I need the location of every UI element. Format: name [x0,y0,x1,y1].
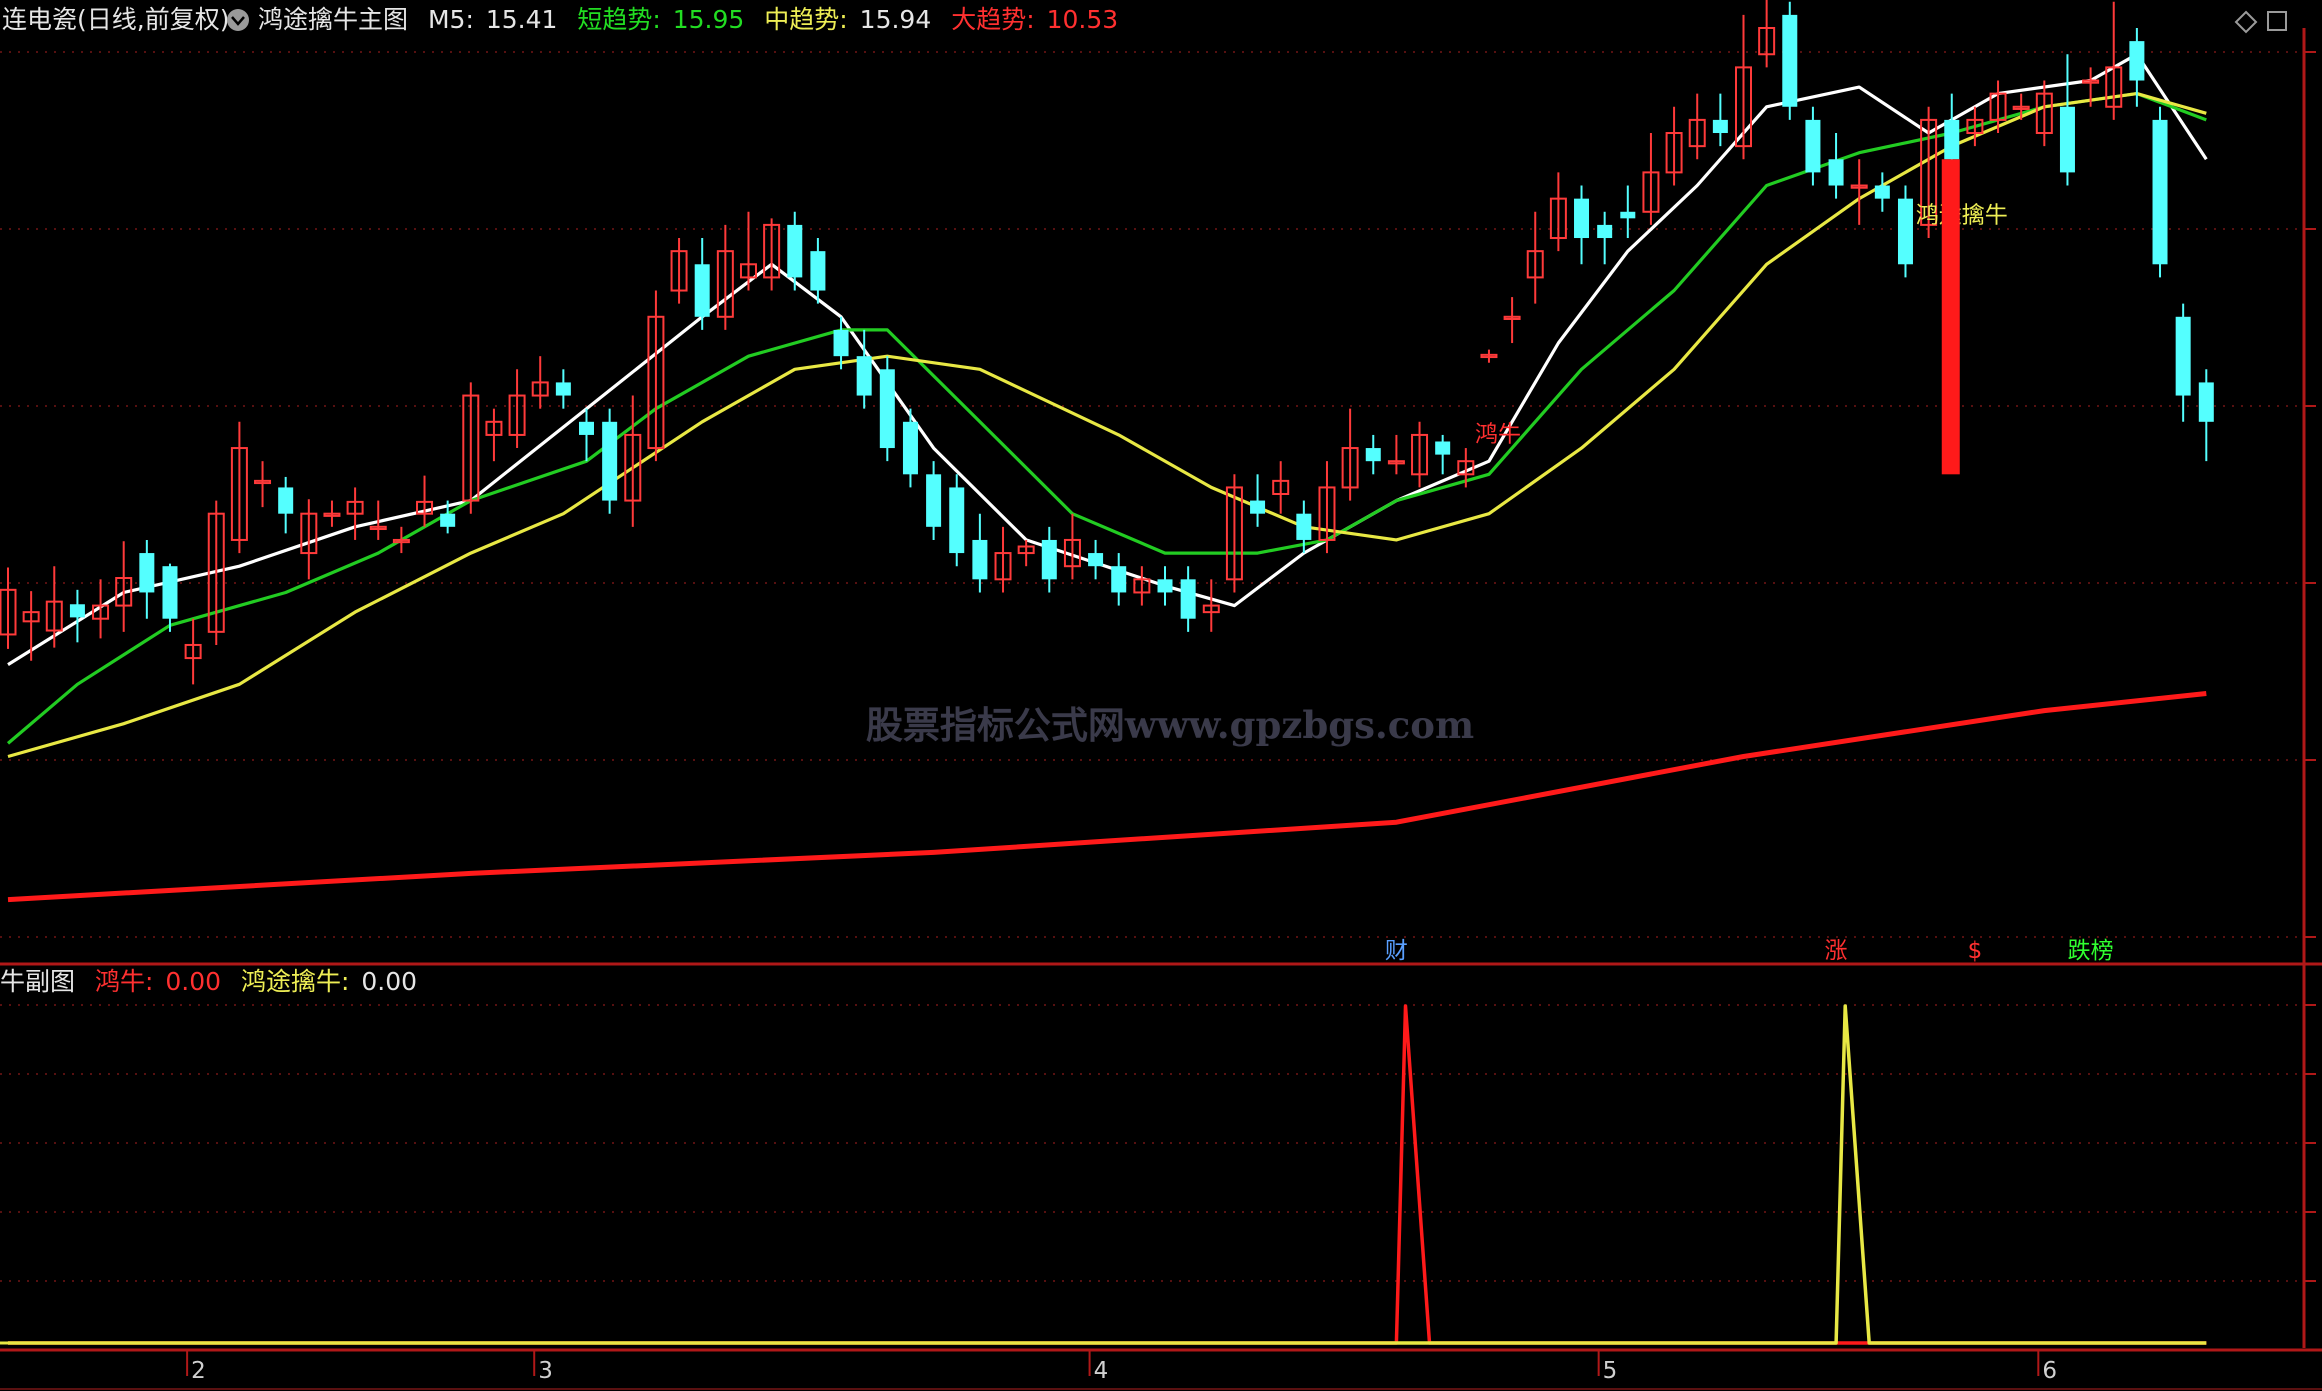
month-tick-label: 2 [191,1358,206,1384]
candle-down [879,369,895,449]
candle-down [694,264,710,317]
event-marker: 涨 [1825,938,1848,964]
candle-down [949,487,965,554]
event-markers: 财 涨 $ 跌榜 [1385,938,2114,964]
long-trend-value: 10.53 [1047,5,1119,34]
sub-pane-grid [0,1004,2316,1282]
candle-down [1944,119,1960,160]
candle-down [856,356,872,396]
candle-down [1435,441,1451,455]
candle-down [833,329,849,357]
event-marker: 跌榜 [2068,938,2114,964]
event-marker: 财 [1385,938,1408,964]
candle-down [1620,211,1636,219]
candle-down [2198,382,2214,422]
candle-down [2175,316,2191,396]
candle-down [1782,14,1798,107]
qinniu-signal-label: 鸿途擒牛 [1916,202,2008,228]
stock-chart: 23456 股票指标公式网www.gpzbgs.com 18.09鸿牛鸿途擒牛 … [0,0,2322,1390]
candle-down [602,421,618,501]
indicator-name[interactable]: 鸿途擒牛主图 [258,5,408,34]
candle-down [1828,159,1844,186]
candle-down [579,421,594,435]
time-axis: 2 3 4 5 6 [186,1350,2057,1384]
candle-down [810,251,826,291]
candle-down [1296,513,1312,540]
indicator-switch[interactable] [227,9,249,31]
candle-down [1365,448,1381,462]
sub-series-mid [8,1004,2207,1345]
candle-down [555,382,571,396]
main-indicator-lines [6,52,2208,903]
sub-header: 牛副图 鸿牛: 0.00 鸿途擒牛: 0.00 [0,967,417,996]
candle-down [1897,198,1913,265]
candle-down [1874,185,1890,199]
candle-down [1111,566,1127,593]
candle-down [787,224,803,278]
candle-down [2059,106,2075,173]
dropdown-circle-icon[interactable] [227,9,249,31]
sub-series-long [8,1004,2207,1345]
hongniu-label: 鸿牛: [95,967,153,996]
candle-down [926,474,942,527]
stock-chart-window: 23456 股票指标公式网www.gpzbgs.com 18.09鸿牛鸿途擒牛 … [0,0,2322,1391]
candle-down [1180,579,1196,619]
sub-indicator-name[interactable]: 牛副图 [0,967,75,996]
candle-down [1250,500,1266,514]
month-tick-label: 6 [2042,1358,2057,1384]
candle-down [139,553,155,593]
candle-down [1597,224,1613,239]
candle-down [902,421,918,475]
qinniu-value: 0.00 [361,967,417,996]
square-outline-icon[interactable] [2267,11,2287,31]
mid-trend-value: 15.94 [860,5,932,34]
candle-down [972,539,988,580]
main-header: 连电瓷(日线,前复权) [2,5,229,34]
candle-down [69,604,85,618]
main-pane-grid [0,51,2316,938]
month-tick-label: 5 [1603,1358,1618,1384]
stock-name[interactable]: 连电瓷(日线,前复权) [2,5,229,34]
hongniu-signal-label: 鸿牛 [1475,421,1521,447]
watermark: 股票指标公式网www.gpzbgs.com [866,703,1474,747]
month-tick-label: 3 [538,1358,553,1384]
qinniu-label: 鸿途擒牛: [241,967,349,996]
candle-down [1041,539,1057,580]
short-trend-value: 15.95 [673,5,745,34]
candle-down [1574,198,1590,239]
candle-down [278,487,294,514]
sub-indicator-lines [0,1004,2207,1345]
month-tick-label: 4 [1094,1358,1109,1384]
candle-down [1157,579,1173,593]
candle-down [162,566,178,619]
candle-down [2152,119,2168,265]
short-trend-label: 短趋势: [577,5,660,34]
candle-down [440,513,456,527]
hongniu-value: 0.00 [165,967,221,996]
candle-down [1088,553,1104,567]
main-indicator-readout: 鸿途擒牛主图 M5: 15.41 短趋势: 15.95 中趋势: 15.94 大… [258,5,1118,34]
buy-signal-bar [1941,159,1960,475]
m5-label: M5: [428,5,474,34]
m5-value: 15.41 [486,5,558,34]
event-marker: $ [1968,938,1983,964]
diamond-outline-icon[interactable] [2234,10,2258,34]
long-trend-label: 大趋势: [951,5,1034,34]
mid-trend-label: 中趋势: [764,5,847,34]
candle-down [1805,119,1821,173]
series-line-m5 [7,52,2208,666]
candle-down [1712,119,1728,134]
candle-down [2129,41,2145,81]
